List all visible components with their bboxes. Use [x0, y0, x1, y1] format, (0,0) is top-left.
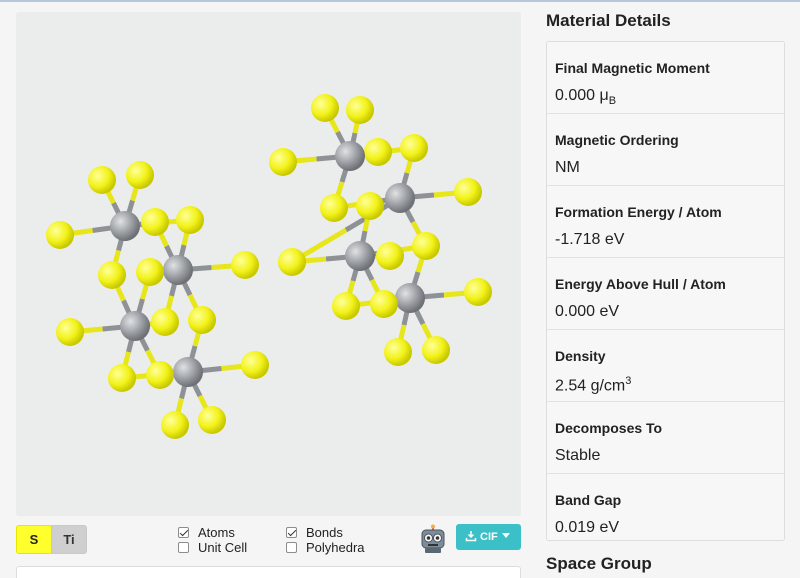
cif-label: CIF — [480, 531, 498, 543]
structure-viewer[interactable] — [16, 12, 521, 516]
sulfur-atom — [376, 242, 404, 270]
download-cif-button[interactable]: CIF — [456, 524, 521, 550]
space-group-title: Space Group — [546, 554, 652, 573]
sulfur-atom — [98, 261, 126, 289]
sulfur-atom — [311, 94, 339, 122]
polyhedra-toggle[interactable]: Polyhedra — [286, 540, 365, 555]
lower-panel — [16, 566, 521, 578]
polyhedra-checkbox[interactable] — [286, 542, 297, 553]
material-details-title: Material Details — [546, 11, 671, 30]
detail-value: 2.54 g/cm3 — [555, 375, 632, 395]
sulfur-atom — [146, 361, 174, 389]
crystal-structure-canvas[interactable] — [16, 12, 521, 516]
element-button-ti[interactable]: Ti — [51, 525, 87, 554]
sulfur-atom — [364, 138, 392, 166]
detail-value: 0.000 eV — [555, 303, 620, 320]
element-button-s[interactable]: S — [16, 525, 52, 554]
chevron-down-icon — [501, 533, 510, 538]
sulfur-atom — [269, 148, 297, 176]
sulfur-atom — [56, 318, 84, 346]
titanium-atom — [345, 241, 375, 271]
detail-label: Decomposes To — [555, 420, 663, 436]
titanium-atom — [163, 255, 193, 285]
sulfur-atom — [151, 308, 179, 336]
sulfur-atom — [126, 161, 154, 189]
sulfur-atom — [346, 96, 374, 124]
sulfur-atom — [88, 166, 116, 194]
sulfur-atom — [400, 134, 428, 162]
sulfur-atom — [176, 206, 204, 234]
sulfur-atom — [320, 194, 348, 222]
titanium-atom — [173, 357, 203, 387]
sulfur-atom — [161, 411, 189, 439]
sulfur-atom — [241, 351, 269, 379]
titanium-atom — [335, 141, 365, 171]
sulfur-atom — [278, 248, 306, 276]
atoms-label: Atoms — [198, 525, 235, 540]
unit-cell-checkbox[interactable] — [178, 542, 189, 553]
titanium-atom — [395, 283, 425, 313]
sulfur-atom — [198, 406, 226, 434]
bonds-toggle[interactable]: Bonds — [286, 525, 343, 540]
material-details-list: Final Magnetic Moment 0.000 μB Magnetic … — [546, 41, 785, 541]
sulfur-atom — [141, 208, 169, 236]
detail-value: 0.000 μB — [555, 87, 617, 108]
detail-value: Stable — [555, 447, 601, 464]
detail-energy-above-hull: Energy Above Hull / Atom 0.000 eV — [547, 258, 784, 330]
sulfur-atom — [384, 338, 412, 366]
sulfur-atom — [231, 251, 259, 279]
sulfur-atom — [108, 364, 136, 392]
bonds-label: Bonds — [306, 525, 343, 540]
detail-label: Final Magnetic Moment — [555, 60, 710, 76]
atoms-checkbox[interactable] — [178, 527, 189, 538]
detail-formation-energy: Formation Energy / Atom -1.718 eV — [547, 186, 784, 258]
detail-magnetic-ordering: Magnetic Ordering NM — [547, 114, 784, 186]
download-icon — [465, 531, 477, 542]
top-divider — [0, 0, 800, 2]
detail-decomposes-to: Decomposes To Stable — [547, 402, 784, 474]
titanium-atom — [385, 183, 415, 213]
detail-final-magnetic-moment: Final Magnetic Moment 0.000 μB — [547, 42, 784, 114]
polyhedra-label: Polyhedra — [306, 540, 365, 555]
detail-label: Band Gap — [555, 492, 622, 508]
detail-value: 0.019 eV — [555, 519, 620, 536]
sulfur-atom — [464, 278, 492, 306]
sulfur-atom — [188, 306, 216, 334]
viewer-controls: S Ti Atoms Unit Cell Bonds Polyhedra CIF — [16, 522, 521, 556]
titanium-atom — [110, 211, 140, 241]
sulfur-atom — [356, 192, 384, 220]
unit-cell-label: Unit Cell — [198, 540, 248, 555]
detail-label: Density — [555, 348, 606, 364]
detail-value: -1.718 eV — [555, 231, 625, 248]
detail-value: NM — [555, 159, 580, 176]
sulfur-atom — [370, 290, 398, 318]
sulfur-atom — [422, 336, 450, 364]
sulfur-atom — [412, 232, 440, 260]
detail-label: Energy Above Hull / Atom — [555, 276, 726, 292]
robot-icon[interactable] — [419, 524, 447, 554]
titanium-atom — [120, 311, 150, 341]
detail-label: Formation Energy / Atom — [555, 204, 722, 220]
unit-cell-toggle[interactable]: Unit Cell — [178, 540, 247, 555]
detail-band-gap: Band Gap 0.019 eV — [547, 474, 784, 540]
sulfur-atom — [46, 221, 74, 249]
detail-density: Density 2.54 g/cm3 — [547, 330, 784, 402]
detail-label: Magnetic Ordering — [555, 132, 679, 148]
sulfur-atom — [332, 292, 360, 320]
sulfur-atom — [136, 258, 164, 286]
atoms-toggle[interactable]: Atoms — [178, 525, 235, 540]
sulfur-atom — [454, 178, 482, 206]
bonds-checkbox[interactable] — [286, 527, 297, 538]
